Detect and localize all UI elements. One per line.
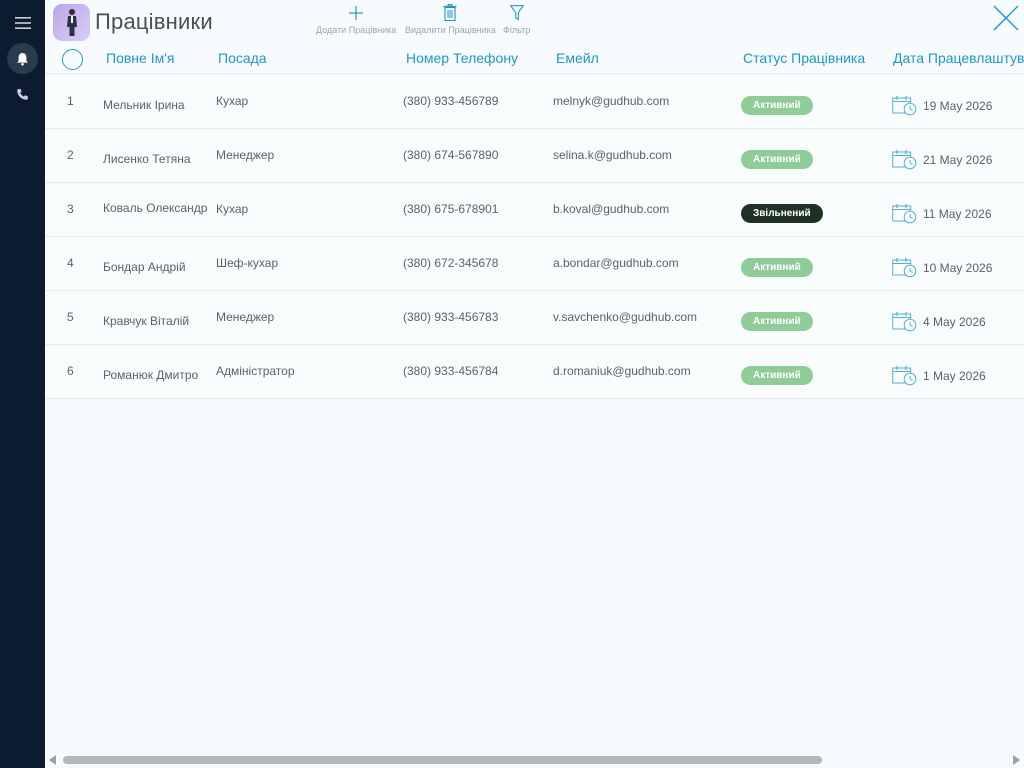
hire-date-text: 11 May 2026 xyxy=(923,206,992,221)
employee-phone: (380) 933-456784 xyxy=(403,364,499,378)
employee-phone: (380) 674-567890 xyxy=(403,148,499,162)
bell-icon[interactable] xyxy=(7,43,38,74)
status-badge: Звільнений xyxy=(741,204,823,223)
delete-employee-label: Видалити Працівника xyxy=(405,25,496,35)
hire-date: 11 May 2026 xyxy=(892,203,992,224)
trash-icon xyxy=(405,3,496,22)
calendar-clock-icon xyxy=(892,366,917,386)
status-badge: Активний xyxy=(741,366,813,385)
employee-email: v.savchenko@gudhub.com xyxy=(553,310,698,324)
employee-position: Менеджер xyxy=(216,310,275,324)
close-icon[interactable] xyxy=(992,4,1020,32)
filter-label: Фільтр xyxy=(503,25,531,35)
scroll-left-arrow-icon[interactable] xyxy=(49,755,56,765)
hire-date: 4 May 2026 xyxy=(892,311,986,332)
employee-email: b.koval@gudhub.com xyxy=(553,202,670,216)
calendar-clock-icon xyxy=(892,150,917,170)
status-badge: Активний xyxy=(741,312,813,331)
hire-date-text: 1 May 2026 xyxy=(923,368,986,383)
employee-position: Кухар xyxy=(216,202,249,216)
hire-date-text: 21 May 2026 xyxy=(923,152,993,167)
employee-position: Шеф-кухар xyxy=(216,256,279,270)
row-number: 2 xyxy=(67,148,74,162)
employee-phone: (380) 933-456783 xyxy=(403,310,499,324)
hire-date-text: 19 May 2026 xyxy=(923,98,993,113)
hire-date: 19 May 2026 xyxy=(892,95,992,116)
table-row[interactable]: 4 Бондар Андрій Шеф-кухар (380) 672-3456… xyxy=(45,237,1024,291)
table-row[interactable]: 6 Романюк Дмитро Адміністратор (380) 933… xyxy=(45,345,1024,399)
status-badge: Активний xyxy=(741,150,813,169)
employee-email: melnyk@gudhub.com xyxy=(553,94,670,108)
calendar-clock-icon xyxy=(892,204,917,224)
left-sidebar xyxy=(0,0,45,768)
column-header-position[interactable]: Посада xyxy=(218,50,267,66)
hire-date: 1 May 2026 xyxy=(892,365,986,386)
calendar-clock-icon xyxy=(892,312,917,332)
column-header-status[interactable]: Статус Працівника xyxy=(743,50,865,66)
menu-icon[interactable] xyxy=(7,7,38,38)
employee-name: Коваль Олександр xyxy=(103,201,208,215)
column-header-full-name[interactable]: Повне Ім'я xyxy=(106,50,174,66)
row-number: 5 xyxy=(67,310,74,324)
employee-name: Мельник Ірина xyxy=(103,98,185,112)
row-number: 3 xyxy=(67,202,74,216)
employee-email: selina.k@gudhub.com xyxy=(553,148,672,162)
column-header-email[interactable]: Емейл xyxy=(556,50,599,66)
employee-position: Кухар xyxy=(216,94,249,108)
status-badge: Активний xyxy=(741,258,813,277)
page-title: Працівники xyxy=(95,9,213,34)
employee-phone: (380) 675-678901 xyxy=(403,202,499,216)
hire-date-text: 4 May 2026 xyxy=(923,314,986,329)
select-all-checkbox[interactable] xyxy=(62,49,83,70)
calendar-clock-icon xyxy=(892,258,917,278)
table-row[interactable]: 2 Лисенко Тетяна Менеджер (380) 674-5678… xyxy=(45,129,1024,183)
scrollbar-thumb[interactable] xyxy=(63,756,822,764)
employee-position: Менеджер xyxy=(216,148,275,162)
table-row[interactable]: 1 Мельник Ірина Кухар (380) 933-456789 m… xyxy=(45,75,1024,129)
hire-date: 10 May 2026 xyxy=(892,257,992,278)
table-row[interactable]: 5 Кравчук Віталій Менеджер (380) 933-456… xyxy=(45,291,1024,345)
table-body: 1 Мельник Ірина Кухар (380) 933-456789 m… xyxy=(45,75,1024,399)
row-number: 1 xyxy=(67,94,74,108)
calendar-clock-icon xyxy=(892,96,917,116)
filter-icon xyxy=(503,3,530,22)
scroll-right-arrow-icon[interactable] xyxy=(1013,755,1020,765)
row-number: 4 xyxy=(67,256,74,270)
column-header-phone[interactable]: Номер Телефону xyxy=(406,50,518,66)
employee-phone: (380) 933-456789 xyxy=(403,94,499,108)
column-header-hire-date[interactable]: Дата Працевлаштування xyxy=(893,50,1024,66)
filter-button[interactable]: Фільтр xyxy=(503,3,530,35)
status-badge: Активний xyxy=(741,96,813,115)
employee-email: a.bondar@gudhub.com xyxy=(553,256,679,270)
employee-position: Адміністратор xyxy=(216,364,295,378)
delete-employee-button[interactable]: Видалити Працівника xyxy=(405,3,496,35)
hire-date: 21 May 2026 xyxy=(892,149,992,170)
horizontal-scrollbar[interactable] xyxy=(45,752,1024,768)
table-header: Повне Ім'я Посада Номер Телефону Емейл С… xyxy=(45,46,1024,74)
phone-icon[interactable] xyxy=(7,79,38,110)
employee-name: Лисенко Тетяна xyxy=(103,152,191,166)
employee-name: Кравчук Віталій xyxy=(103,314,190,328)
employee-name: Бондар Андрій xyxy=(103,260,186,274)
hire-date-text: 10 May 2026 xyxy=(923,260,993,275)
page-header: Працівники Додати Працівника Видалити Пр… xyxy=(45,0,1024,46)
employee-email: d.romaniuk@gudhub.com xyxy=(553,364,691,378)
employee-phone: (380) 672-345678 xyxy=(403,256,499,270)
plus-icon xyxy=(316,3,396,22)
app-logo xyxy=(53,4,90,41)
row-number: 6 xyxy=(67,364,74,378)
add-employee-label: Додати Працівника xyxy=(316,25,397,35)
add-employee-button[interactable]: Додати Працівника xyxy=(316,3,396,35)
table-row[interactable]: 3 Коваль Олександр Кухар (380) 675-67890… xyxy=(45,183,1024,237)
employee-name: Романюк Дмитро xyxy=(103,368,199,382)
